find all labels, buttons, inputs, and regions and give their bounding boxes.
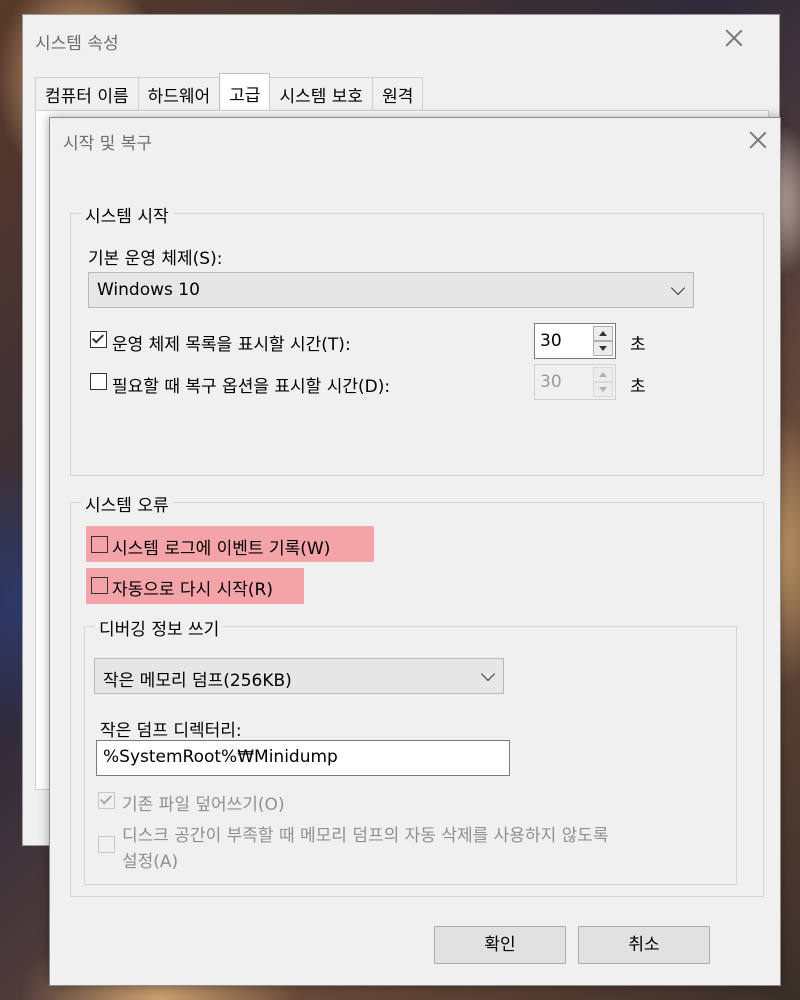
overwrite-checkbox (98, 792, 115, 809)
arrow-up-icon (599, 331, 607, 336)
seconds-unit: 초 (630, 335, 646, 355)
show-os-list-checkbox[interactable] (90, 331, 107, 348)
startup-recovery-dialog: 시작 및 복구 시스템 시작 기본 운영 체제(S): Windows 10 운… (49, 117, 781, 986)
tab-computer-name[interactable]: 컴퓨터 이름 (35, 77, 139, 111)
spin-down-button (593, 382, 613, 397)
show-os-list-label: 운영 체제 목록을 표시할 시간(T): (112, 335, 351, 355)
close-icon[interactable] (723, 27, 745, 49)
dump-type-select[interactable]: 작은 메모리 덤프(256KB) (94, 658, 504, 694)
ok-button[interactable]: 확인 (434, 926, 566, 964)
spin-down-button[interactable] (593, 341, 613, 356)
dump-dir-label: 작은 덤프 디렉터리: (100, 721, 242, 741)
seconds-unit: 초 (630, 377, 646, 397)
arrow-down-icon (599, 346, 607, 351)
spinner-value: 30 (540, 372, 562, 392)
show-os-list-spinner[interactable]: 30 (534, 323, 616, 359)
chevron-down-icon (480, 666, 496, 682)
tab-hardware[interactable]: 하드웨어 (137, 77, 221, 111)
show-recovery-checkbox[interactable] (90, 373, 107, 390)
default-os-select[interactable]: Windows 10 (88, 272, 694, 308)
overwrite-label: 기존 파일 덮어쓰기(O) (122, 795, 285, 815)
system-properties-title: 시스템 속성 (35, 34, 119, 54)
checkmark-icon (99, 792, 113, 805)
dump-type-value: 작은 메모리 덤프(256KB) (103, 671, 292, 691)
arrow-up-icon (599, 372, 607, 377)
chevron-down-icon (670, 280, 686, 296)
disable-auto-delete-label-line2: 설정(A) (122, 852, 179, 872)
checkmark-icon (91, 331, 105, 344)
spinner-value: 30 (540, 331, 562, 351)
auto-restart-label: 자동으로 다시 시작(R) (112, 580, 274, 600)
group-label: 디버깅 정보 쓰기 (95, 615, 224, 640)
disable-auto-delete-label-line1: 디스크 공간이 부족할 때 메모리 덤프의 자동 삭제를 사용하지 않도록 (122, 826, 609, 846)
group-label: 시스템 시작 (81, 202, 173, 227)
group-label: 시스템 오류 (81, 491, 173, 516)
write-event-label: 시스템 로그에 이벤트 기록(W) (112, 539, 331, 559)
spin-up-button[interactable] (593, 326, 613, 341)
show-recovery-spinner: 30 (534, 364, 616, 400)
cancel-button[interactable]: 취소 (578, 926, 710, 964)
spin-up-button (593, 367, 613, 382)
auto-restart-checkbox[interactable] (91, 577, 108, 594)
dump-dir-input[interactable]: %SystemRoot%₩Minidump (96, 740, 510, 776)
tab-bar: 컴퓨터 이름 하드웨어 고급 시스템 보호 원격 (35, 73, 424, 111)
show-recovery-label: 필요할 때 복구 옵션을 표시할 시간(D): (112, 377, 391, 397)
disable-auto-delete-checkbox (98, 836, 115, 853)
dialog-title: 시작 및 복구 (63, 134, 153, 154)
close-icon[interactable] (747, 129, 769, 151)
tab-remote[interactable]: 원격 (372, 77, 424, 111)
tab-system-protection[interactable]: 시스템 보호 (269, 77, 374, 111)
write-event-checkbox[interactable] (91, 536, 108, 553)
default-os-label: 기본 운영 체제(S): (88, 249, 223, 269)
arrow-down-icon (599, 387, 607, 392)
default-os-value: Windows 10 (97, 280, 200, 300)
tab-advanced[interactable]: 고급 (219, 73, 271, 111)
